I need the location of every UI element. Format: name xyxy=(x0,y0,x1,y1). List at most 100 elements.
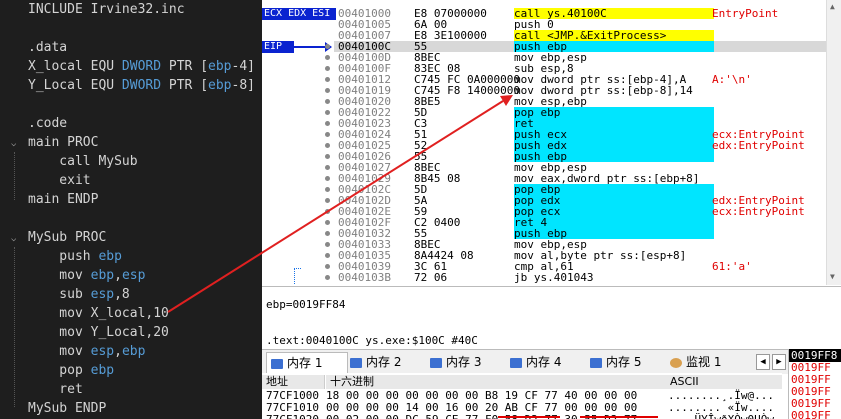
instruction-text: pop ebp xyxy=(514,107,714,118)
disassembly-row[interactable]: 00401039 3C 61 cmp al,61 61:'a' xyxy=(334,261,841,272)
tab-watch-1[interactable]: 监视 1 xyxy=(666,352,746,372)
disassembly-row[interactable]: 0040102E 59 pop ecx ecx:EntryPoint xyxy=(334,206,841,217)
disassembly-row[interactable]: 00401020 8BE5 mov esp,ebp xyxy=(334,96,841,107)
dump-col-ascii[interactable]: ASCII xyxy=(666,375,782,389)
breakpoint-dot-icon[interactable] xyxy=(325,198,330,203)
code-line[interactable]: mov esp,ebp xyxy=(28,342,145,361)
source-editor[interactable]: ⌵ ⌵ INCLUDE Irvine32.inc .data X_local EQU… xyxy=(0,0,262,419)
code-line[interactable]: exit xyxy=(28,171,90,190)
dump-col-hex[interactable]: 十六进制 xyxy=(326,375,667,389)
code-line[interactable]: main ENDP xyxy=(28,190,98,209)
disassembly-scrollbar[interactable]: ▲ ▼ xyxy=(826,0,841,285)
breakpoint-dot-icon[interactable] xyxy=(325,220,330,225)
disassembly-row[interactable]: 00401025 52 push edx edx:EntryPoint xyxy=(334,140,841,151)
breakpoint-dot-icon[interactable] xyxy=(325,209,330,214)
code-line[interactable]: .data xyxy=(28,38,67,57)
code-line[interactable]: Y_Local EQU DWORD PTR [ebp-8] xyxy=(28,76,255,95)
instruction-address: 0040100D xyxy=(338,52,391,63)
code-line[interactable]: push ebp xyxy=(28,247,122,266)
tab-scroll-right-icon[interactable]: ▶ xyxy=(772,354,786,370)
disassembly-pane[interactable]: ECX EDX ESI EIP 00401000 E8 07000000 call … xyxy=(262,0,841,285)
breakpoint-dot-icon[interactable] xyxy=(325,165,330,170)
code-line[interactable]: main PROC xyxy=(28,133,98,152)
disassembly-row[interactable]: 00401024 51 push ecx ecx:EntryPoint xyxy=(334,129,841,140)
breakpoint-dot-icon[interactable] xyxy=(325,66,330,71)
breakpoint-dot-icon[interactable] xyxy=(325,55,330,60)
dump-ascii: ....ÜYÎwðXÒw0UÒw xyxy=(668,414,774,419)
breakpoint-dot-icon[interactable] xyxy=(325,99,330,104)
disassembly-row[interactable]: 0040102D 5A pop edx edx:EntryPoint xyxy=(334,195,841,206)
scroll-down-icon[interactable]: ▼ xyxy=(830,272,835,281)
breakpoint-dot-icon[interactable] xyxy=(325,77,330,82)
fold-mysub-icon[interactable]: ⌵ xyxy=(11,235,20,244)
disassembly-row[interactable]: 0040103B 72 06 jb ys.401043 xyxy=(334,272,841,283)
disassembly-row[interactable]: 0040102C 5D pop ebp xyxy=(334,184,841,195)
disassembly-row[interactable]: 00401000 E8 07000000 call ys.40100C EntryPo… xyxy=(334,8,841,19)
disassembly-row[interactable]: 00401032 55 push ebp xyxy=(334,228,841,239)
breakpoint-column[interactable] xyxy=(322,0,334,285)
stack-row[interactable]: 0019FF xyxy=(791,409,831,419)
tab-label: 内存 3 xyxy=(446,355,482,369)
disassembly-row[interactable]: 00401033 8BEC mov ebp,esp xyxy=(334,239,841,250)
code-line[interactable]: X_local EQU DWORD PTR [ebp-4] xyxy=(28,57,255,76)
debugger-window: ECX EDX ESI EIP 00401000 E8 07000000 call … xyxy=(262,0,841,419)
breakpoint-dot-icon[interactable] xyxy=(325,253,330,258)
breakpoint-dot-icon[interactable] xyxy=(325,44,330,49)
tab-memory-1[interactable]: 内存 1 xyxy=(266,352,348,373)
breakpoint-dot-icon[interactable] xyxy=(325,187,330,192)
tab-memory-4[interactable]: 内存 4 xyxy=(506,352,586,372)
memory-dump-pane[interactable]: 地址 十六进制 ASCII 77CF1000 18 00 00 00 00 00 … xyxy=(262,373,782,419)
breakpoint-dot-icon[interactable] xyxy=(325,264,330,269)
disassembly-row[interactable]: 0040100C 55 push ebp xyxy=(334,41,841,52)
disassembly-row[interactable]: 00401012 C745 FC 0A000000 mov dword ptr ss… xyxy=(334,74,841,85)
breakpoint-dot-icon[interactable] xyxy=(325,242,330,247)
breakpoint-dot-icon[interactable] xyxy=(325,110,330,115)
disassembly-row[interactable]: 00401026 55 push ebp xyxy=(334,151,841,162)
code-line[interactable]: ret xyxy=(28,380,83,399)
stack-pane[interactable]: 0019FF8 0019FF 0019FF 0019FF 0019FF 0019FF xyxy=(788,349,841,419)
breakpoint-dot-icon[interactable] xyxy=(325,143,330,148)
code-line[interactable]: mov Y_Local,20 xyxy=(28,323,169,342)
code-line[interactable]: MySub ENDP xyxy=(28,399,106,418)
code-line[interactable]: .code xyxy=(28,114,67,133)
tab-memory-5[interactable]: 内存 5 xyxy=(586,352,666,372)
disassembly-row[interactable]: 0040100D 8BEC mov ebp,esp xyxy=(334,52,841,63)
memory-icon xyxy=(271,358,283,369)
tab-memory-2[interactable]: 内存 2 xyxy=(346,352,426,372)
scroll-up-icon[interactable]: ▲ xyxy=(830,2,835,11)
breakpoint-dot-icon[interactable] xyxy=(325,121,330,126)
breakpoint-dot-icon[interactable] xyxy=(325,88,330,93)
instruction-address: 00401033 xyxy=(338,239,391,250)
code-line[interactable]: call MySub xyxy=(28,152,137,171)
instruction-address: 00401026 xyxy=(338,151,391,162)
disassembly-row[interactable]: 0040102F C2 0400 ret 4 xyxy=(334,217,841,228)
tab-memory-3[interactable]: 内存 3 xyxy=(426,352,506,372)
disassembly-row[interactable]: 00401029 8B45 08 mov eax,dword ptr ss:[ebp… xyxy=(334,173,841,184)
code-line[interactable]: INCLUDE Irvine32.inc xyxy=(28,0,185,19)
breakpoint-dot-icon[interactable] xyxy=(325,176,330,181)
breakpoint-dot-icon[interactable] xyxy=(325,154,330,159)
instruction-comment: 61:'a' xyxy=(712,261,752,272)
code-line[interactable]: pop ebp xyxy=(28,361,114,380)
disassembly-row[interactable]: 00401005 6A 00 push 0 xyxy=(334,19,841,30)
disassembly-row[interactable]: 00401019 C745 F8 14000000 mov dword ptr ss… xyxy=(334,85,841,96)
fold-main-icon[interactable]: ⌵ xyxy=(11,140,20,149)
breakpoint-dot-icon[interactable] xyxy=(325,231,330,236)
code-line[interactable]: sub esp,8 xyxy=(28,285,129,304)
instruction-address: 0040102D xyxy=(338,195,391,206)
disassembly-row[interactable]: 00401023 C3 ret xyxy=(334,118,841,129)
disassembly-row[interactable]: 00401035 8A4424 08 mov al,byte ptr ss:[esp… xyxy=(334,250,841,261)
tab-scroll-left-icon[interactable]: ◀ xyxy=(756,354,770,370)
disassembly-row[interactable]: 00401027 8BEC mov ebp,esp xyxy=(334,162,841,173)
code-line[interactable]: mov X_local,10 xyxy=(28,304,169,323)
breakpoint-dot-icon[interactable] xyxy=(325,132,330,137)
instruction-text: push ebp xyxy=(514,228,714,239)
code-line[interactable]: MySub PROC xyxy=(28,228,106,247)
breakpoint-dot-icon[interactable] xyxy=(325,275,330,280)
instruction-text: mov dword ptr ss:[ebp-4],A xyxy=(514,74,687,85)
disassembly-row[interactable]: 00401007 E8 3E100000 call <JMP.&ExitProces… xyxy=(334,30,841,41)
disassembly-row[interactable]: 0040100F 83EC 08 sub esp,8 xyxy=(334,63,841,74)
dump-col-address[interactable]: 地址 xyxy=(262,375,325,389)
code-line[interactable]: mov ebp,esp xyxy=(28,266,145,285)
disassembly-row[interactable]: 00401022 5D pop ebp xyxy=(334,107,841,118)
